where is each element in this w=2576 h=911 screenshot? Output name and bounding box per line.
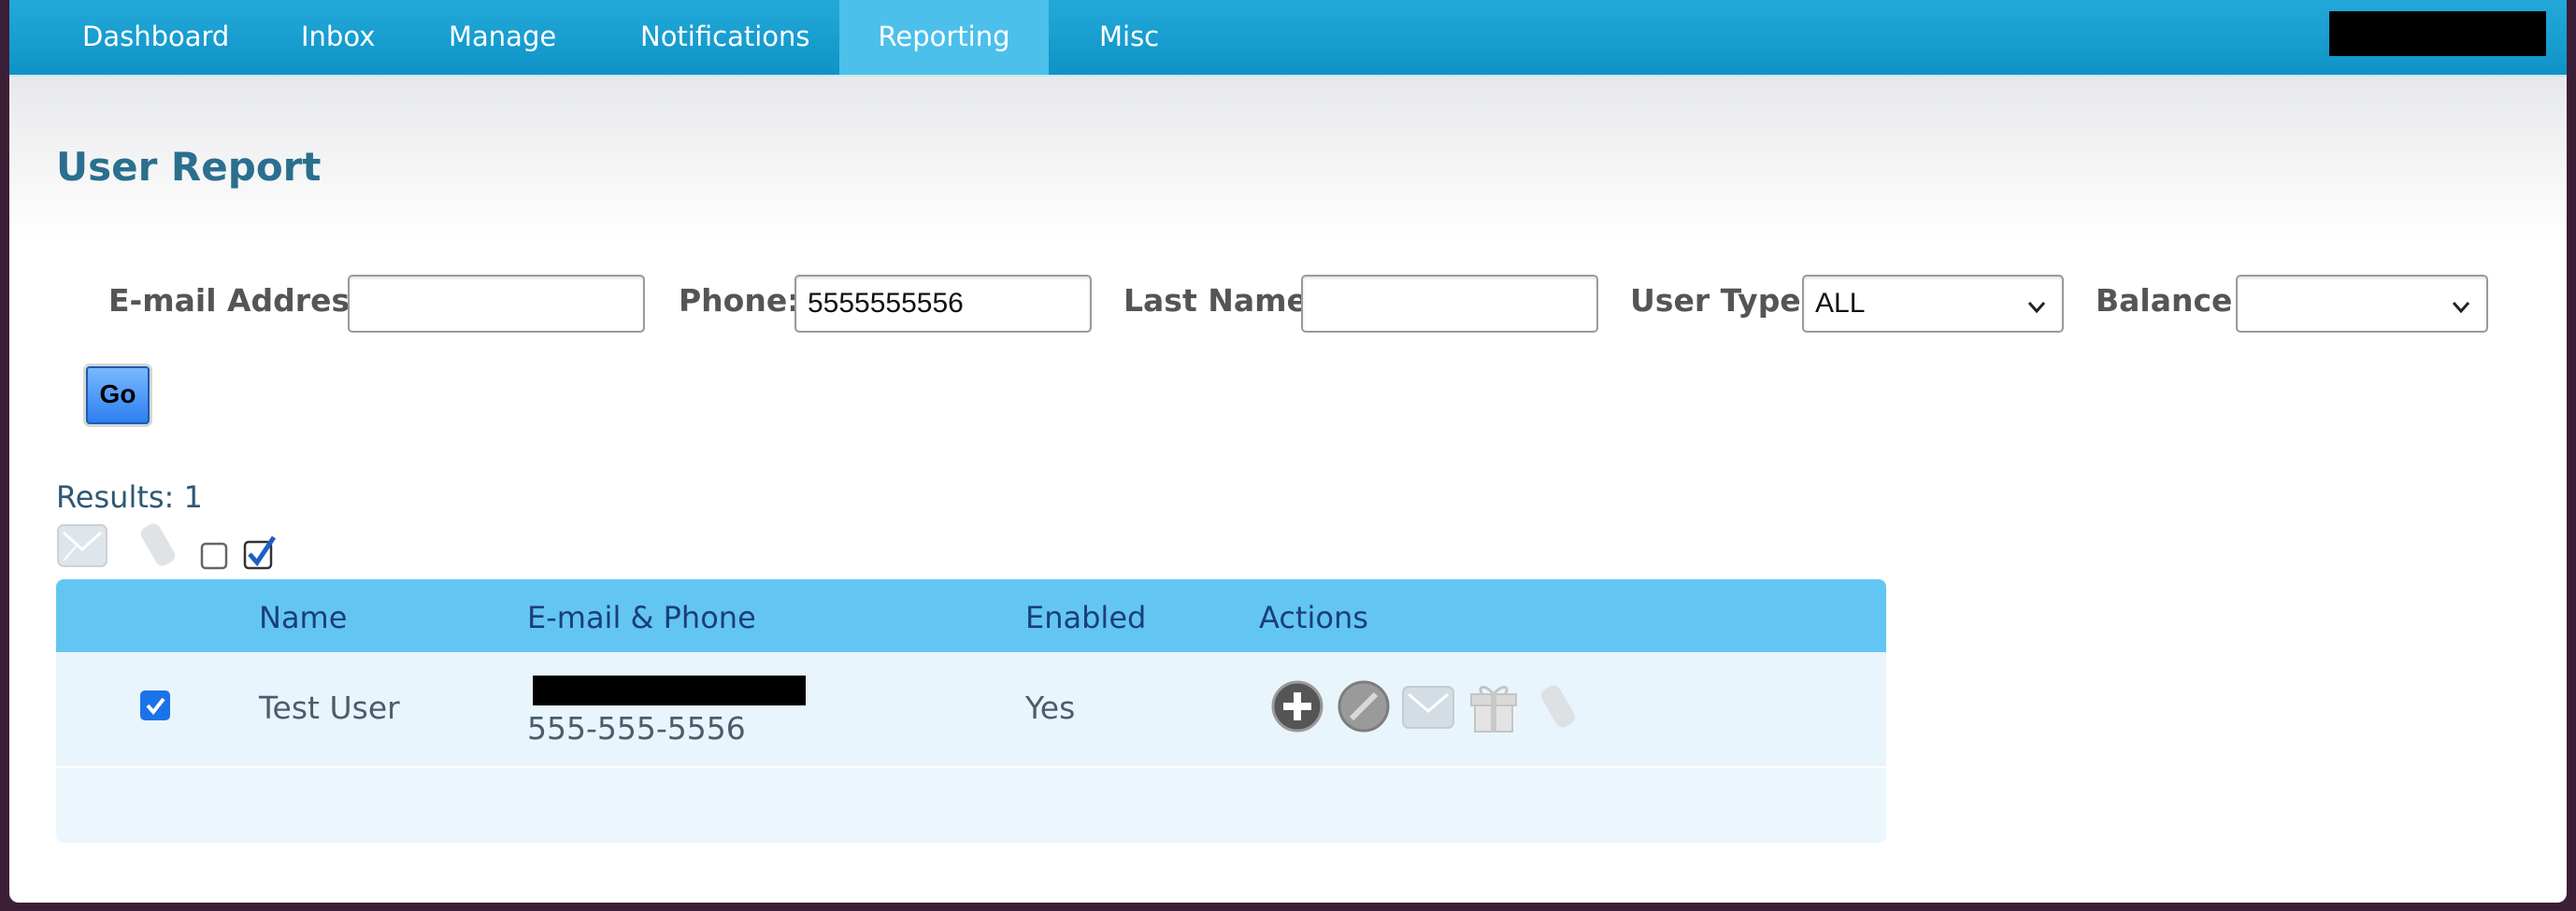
- header-contact[interactable]: E-mail & Phone: [527, 600, 756, 635]
- user-name: Test User: [259, 690, 400, 726]
- user-phone: 555-555-5556: [527, 710, 746, 747]
- user-type-label: User Type:: [1630, 282, 1813, 319]
- user-enabled: Yes: [1025, 690, 1076, 726]
- balance-label: Balance:: [2096, 282, 2245, 319]
- table-header: Name E-mail & Phone Enabled Actions: [56, 579, 1886, 652]
- header-name[interactable]: Name: [259, 600, 347, 635]
- last-name-label: Last Name:: [1123, 282, 1321, 319]
- select-all-checkbox-icon[interactable]: [243, 534, 277, 574]
- results-count: Results: 1: [56, 479, 203, 515]
- phone-label: Phone:: [679, 282, 800, 319]
- go-button[interactable]: Go: [86, 366, 150, 424]
- chevron-down-icon: [2026, 288, 2047, 342]
- title-band: User Report: [9, 77, 2567, 240]
- top-nav: Dashboard Inbox Manage Notifications Rep…: [9, 0, 2567, 77]
- email-field[interactable]: [348, 275, 645, 333]
- last-name-field[interactable]: [1301, 275, 1598, 333]
- header-enabled[interactable]: Enabled: [1025, 600, 1146, 635]
- nav-notifications[interactable]: Notifications: [601, 0, 850, 75]
- chevron-down-icon: [2451, 288, 2471, 342]
- gift-icon[interactable]: [1466, 679, 1522, 737]
- phone-field[interactable]: [794, 275, 1092, 333]
- envelope-icon[interactable]: [1400, 679, 1456, 737]
- row-select-checkbox[interactable]: [140, 690, 170, 720]
- nav-inbox[interactable]: Inbox: [262, 0, 414, 75]
- page-title: User Report: [56, 144, 322, 190]
- plus-icon[interactable]: [1270, 679, 1324, 737]
- nav-dashboard[interactable]: Dashboard: [43, 0, 268, 75]
- nav-reporting[interactable]: Reporting: [839, 0, 1049, 75]
- user-menu-redacted[interactable]: [2329, 11, 2546, 56]
- envelope-icon[interactable]: [56, 520, 108, 576]
- nav-manage[interactable]: Manage: [409, 0, 595, 75]
- tag-icon[interactable]: [135, 520, 181, 576]
- app-window: Dashboard Inbox Manage Notifications Rep…: [9, 0, 2567, 903]
- nav-misc[interactable]: Misc: [1060, 0, 1198, 75]
- user-type-select[interactable]: ALL: [1802, 275, 2064, 333]
- table-row: Test User 555-555-5556 Yes: [56, 652, 1886, 768]
- balance-select[interactable]: [2236, 275, 2488, 333]
- email-label: E-mail Address:: [108, 282, 380, 319]
- select-none-checkbox-icon[interactable]: [200, 542, 228, 574]
- header-actions: Actions: [1259, 600, 1368, 635]
- redacted-email: [533, 676, 806, 705]
- results-table: Name E-mail & Phone Enabled Actions Test…: [56, 579, 1886, 843]
- tag-icon[interactable]: [1537, 679, 1580, 737]
- disable-icon[interactable]: [1337, 679, 1391, 737]
- user-type-value: ALL: [1815, 288, 1866, 319]
